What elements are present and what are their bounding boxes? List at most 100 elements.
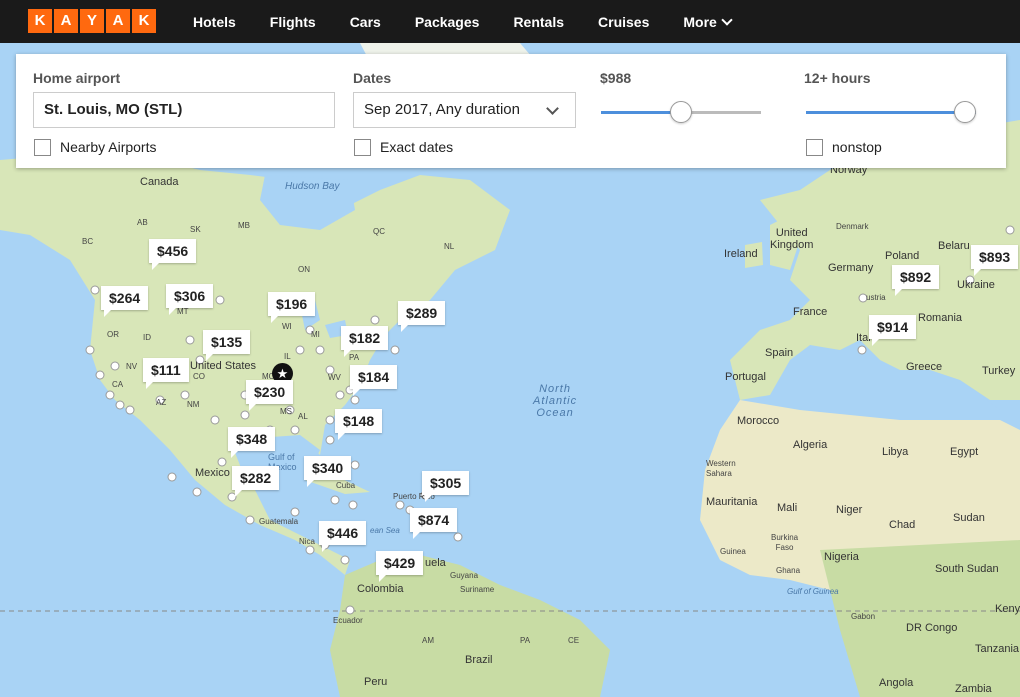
- map-label-ms: MS: [280, 407, 292, 416]
- logo-letter: A: [54, 9, 78, 33]
- map-label-angola: Angola: [879, 677, 914, 689]
- map-label-libya: Libya: [882, 446, 909, 458]
- map-label-spain: Spain: [765, 347, 794, 359]
- map-label-co: CO: [193, 372, 205, 381]
- map-label-mexico: Mexico: [195, 467, 230, 479]
- price-tag[interactable]: $429: [376, 551, 424, 582]
- map-label-wi: WI: [282, 322, 292, 331]
- map-label-ireland: Ireland: [724, 248, 758, 260]
- nav-more[interactable]: More: [683, 13, 733, 30]
- map-label-belarus: Belaru: [938, 240, 970, 252]
- kayak-logo[interactable]: K A Y A K: [28, 9, 156, 33]
- map-label-il: IL: [284, 352, 291, 361]
- dates-label: Dates: [353, 70, 392, 86]
- price-tag[interactable]: $230: [246, 380, 294, 411]
- map-label-romania: Romania: [918, 312, 963, 324]
- price-tag[interactable]: $306: [166, 284, 214, 315]
- chevron-down-icon: [721, 13, 733, 26]
- map-label-nica: Nica: [299, 537, 316, 546]
- main-nav: Hotels Flights Cars Packages Rentals Cru…: [193, 0, 765, 43]
- map-label-bc: BC: [82, 237, 94, 246]
- map-label-sudan: Sudan: [953, 512, 985, 524]
- map-label-ce: CE: [568, 636, 580, 645]
- map-label-mi: MI: [311, 330, 320, 339]
- map-label-ukraine: Ukraine: [957, 279, 995, 291]
- map-label-peru: Peru: [364, 676, 388, 688]
- map-label-zambia: Zambia: [955, 683, 992, 695]
- nav-flights[interactable]: Flights: [270, 14, 316, 30]
- price-tag[interactable]: $892: [892, 265, 940, 296]
- price-tag[interactable]: $111: [143, 358, 189, 389]
- nav-cars[interactable]: Cars: [350, 14, 381, 30]
- price-slider-handle[interactable]: [670, 101, 692, 123]
- price-tag[interactable]: $148: [335, 409, 383, 440]
- logo-letter: K: [28, 9, 52, 33]
- map-label-gabon: Gabon: [851, 612, 876, 621]
- map-label-id: ID: [143, 333, 151, 342]
- map-label-al: AL: [298, 412, 308, 421]
- nav-hotels[interactable]: Hotels: [193, 14, 236, 30]
- map-label-suriname: Suriname: [460, 585, 495, 594]
- nearby-airports-label: Nearby Airports: [60, 139, 157, 155]
- map-label-brazil: Brazil: [465, 654, 493, 666]
- price-tag[interactable]: $135: [203, 330, 251, 361]
- map-label-guyana: Guyana: [450, 571, 479, 580]
- price-tag[interactable]: $893: [971, 245, 1019, 276]
- exact-dates-checkbox[interactable]: [354, 139, 371, 156]
- map-label-greece: Greece: [906, 361, 943, 373]
- price-tag[interactable]: $914: [869, 315, 917, 346]
- map-label-wv: WV: [328, 373, 341, 382]
- price-tag[interactable]: $348: [228, 427, 276, 458]
- flight-duration-label: 12+ hours: [804, 70, 871, 86]
- map-label-cuba: Cuba: [336, 481, 356, 490]
- price-tag[interactable]: $289: [398, 301, 446, 332]
- map-label-tanzania: Tanzania: [975, 643, 1020, 655]
- price-tag[interactable]: $456: [149, 239, 197, 270]
- nav-cruises[interactable]: Cruises: [598, 14, 649, 30]
- home-airport-input[interactable]: St. Louis, MO (STL): [33, 92, 335, 128]
- map-label-western-sahara: Western Sahara: [706, 459, 736, 478]
- map-label-germany: Germany: [828, 262, 874, 274]
- logo-letter: A: [106, 9, 130, 33]
- map-label-austria: ustria: [866, 293, 886, 302]
- map-label-colombia: Colombia: [357, 583, 404, 595]
- map-label-ca: CA: [112, 380, 124, 389]
- map-label-mb: MB: [238, 221, 250, 230]
- map-label-kenya: Keny: [995, 603, 1020, 615]
- map-label-turkey: Turkey: [982, 365, 1016, 377]
- map-label-egypt: Egypt: [950, 446, 979, 458]
- home-airport-label: Home airport: [33, 70, 121, 86]
- exact-dates-label: Exact dates: [380, 139, 454, 155]
- logo-letter: Y: [80, 9, 104, 33]
- map-label-nv: NV: [126, 362, 138, 371]
- nonstop-checkbox[interactable]: [806, 139, 823, 156]
- map-label-united-states: United States: [190, 360, 257, 372]
- nav-more-label: More: [683, 13, 717, 30]
- map-label-chad: Chad: [889, 519, 916, 531]
- price-tag[interactable]: $446: [319, 521, 367, 552]
- price-tag[interactable]: $184: [350, 365, 398, 396]
- chevron-down-icon: [546, 102, 559, 115]
- price-tag[interactable]: $182: [341, 326, 389, 357]
- price-tag[interactable]: $874: [410, 508, 458, 539]
- map-label-france: France: [793, 306, 828, 318]
- nav-packages[interactable]: Packages: [415, 14, 480, 30]
- price-tag[interactable]: $196: [268, 292, 316, 323]
- nearby-airports-checkbox[interactable]: [34, 139, 51, 156]
- map-label-gulf-of-guinea: Gulf of Guinea: [787, 587, 839, 596]
- map-label-north-atlantic-ocean: North Atlantic Ocean: [533, 383, 578, 419]
- price-tag[interactable]: $340: [304, 456, 352, 487]
- map-label-ecuador: Ecuador: [333, 616, 363, 625]
- map-label-pa-brazil: PA: [520, 636, 531, 645]
- map-label-canada: Canada: [140, 176, 179, 188]
- nav-rentals[interactable]: Rentals: [513, 14, 564, 30]
- price-limit-label: $988: [600, 70, 632, 86]
- dates-dropdown[interactable]: Sep 2017, Any duration: [353, 92, 576, 128]
- price-tag[interactable]: $305: [422, 471, 470, 502]
- price-tag[interactable]: $282: [232, 466, 280, 497]
- map-label-guatemala: Guatemala: [259, 517, 299, 526]
- map-label-nigeria: Nigeria: [824, 551, 859, 563]
- price-tag[interactable]: $264: [101, 286, 149, 317]
- explore-filter-panel: Home airport St. Louis, MO (STL) Nearby …: [16, 54, 1006, 168]
- duration-slider-handle[interactable]: [954, 101, 976, 123]
